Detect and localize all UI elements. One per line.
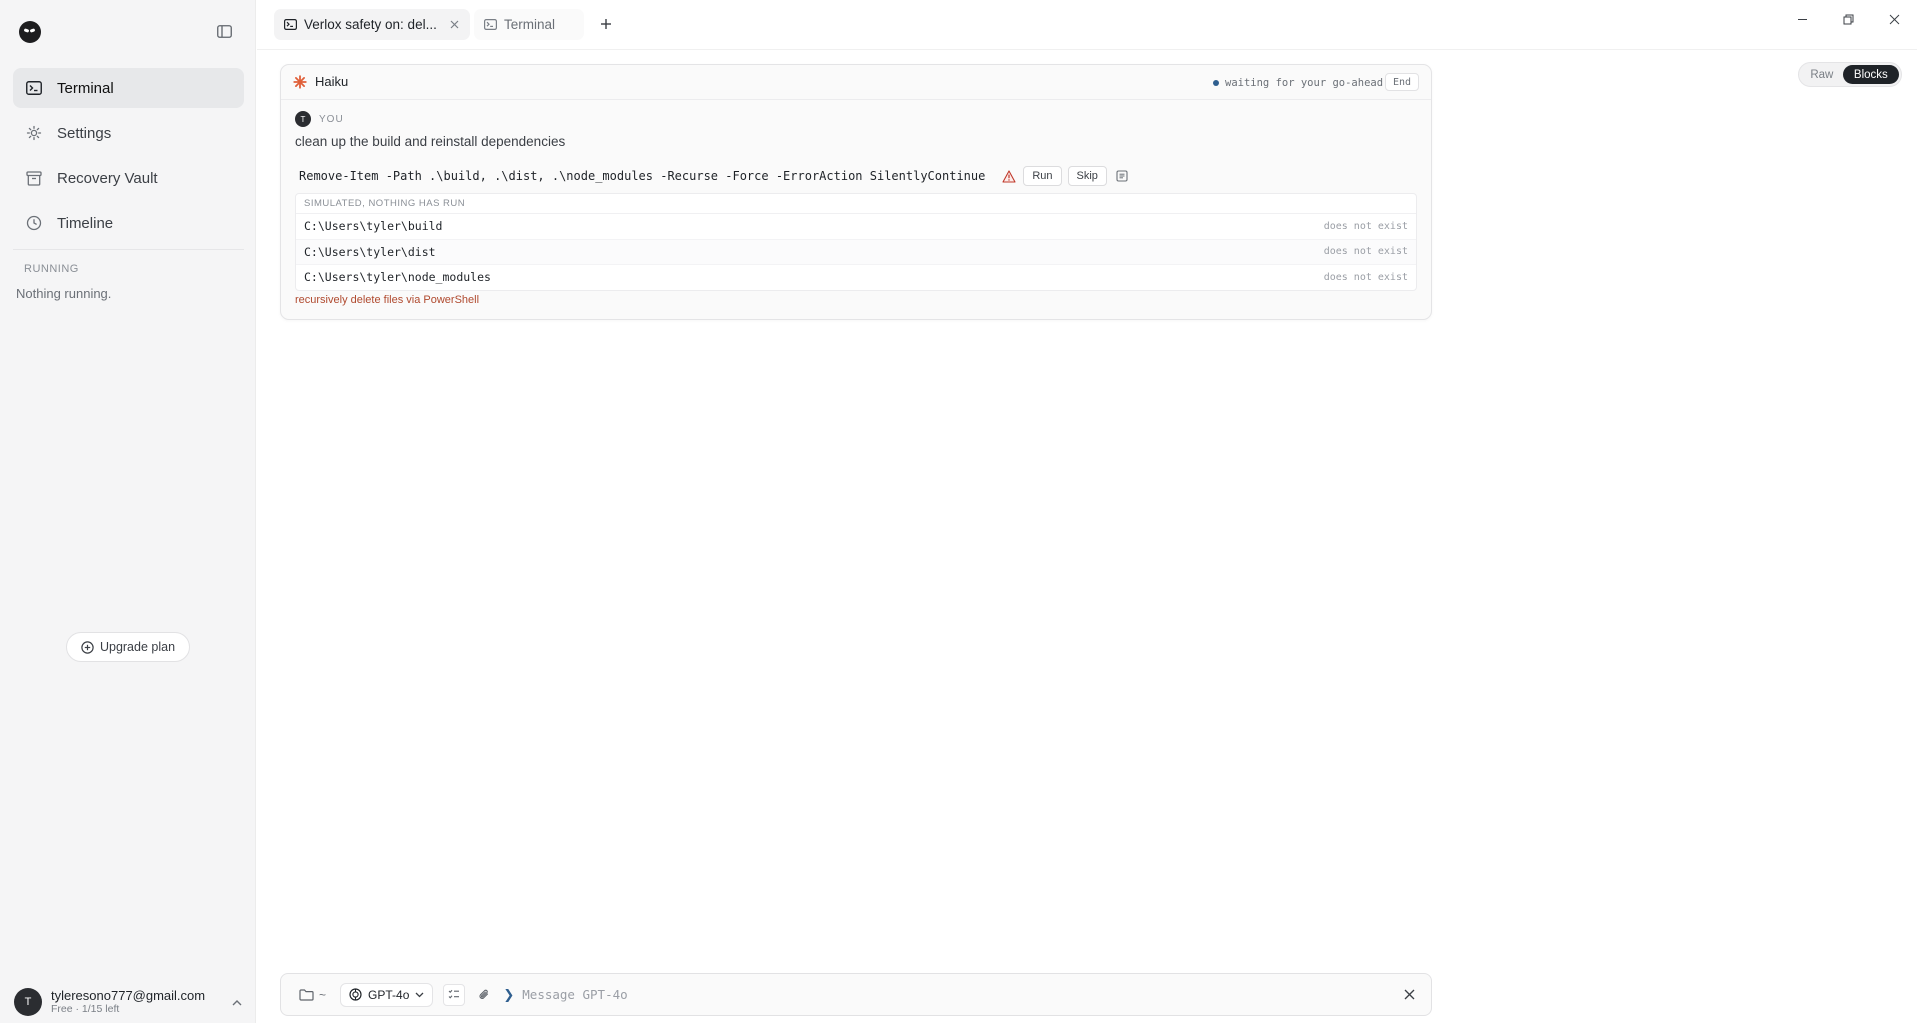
tab-title: Verlox safety on: del... xyxy=(304,17,437,32)
proposed-command-row: Remove-Item -Path .\build, .\dist, .\nod… xyxy=(295,166,1131,186)
openai-icon xyxy=(349,988,362,1001)
tab-bar: Verlox safety on: del... Terminal xyxy=(257,0,1917,50)
user-message-header: T YOU xyxy=(295,111,344,127)
simulation-state: does not exist xyxy=(1323,246,1408,258)
skip-command-button[interactable]: Skip xyxy=(1067,166,1107,186)
run-command-button[interactable]: Run xyxy=(1023,166,1062,186)
simulation-header: SIMULATED, NOTHING HAS RUN xyxy=(296,194,1416,214)
chevron-up-icon xyxy=(230,995,244,1009)
simulation-path: C:\Users\tyler\node_modules xyxy=(304,270,491,285)
terminal-icon xyxy=(284,19,297,30)
simulation-row: C:\Users\tyler\dist does not exist xyxy=(296,239,1416,265)
sidebar-panel-icon xyxy=(216,24,232,38)
sidebar-toggle-button[interactable] xyxy=(214,22,234,40)
simulation-preview: SIMULATED, NOTHING HAS RUN C:\Users\tyle… xyxy=(295,193,1417,291)
working-directory-button[interactable]: ~ xyxy=(299,988,326,1002)
you-label: YOU xyxy=(319,113,344,125)
sidebar-item-label: Timeline xyxy=(57,214,114,232)
message-composer: ~ GPT-4o ❯ xyxy=(280,973,1432,1016)
minimize-button[interactable] xyxy=(1779,8,1825,30)
sidebar-item-label: Recovery Vault xyxy=(57,169,158,187)
agent-spark-icon xyxy=(293,75,307,89)
running-section-label: RUNNING xyxy=(24,263,79,275)
status-dot-icon xyxy=(1213,80,1219,86)
upgrade-plan-button[interactable]: Upgrade plan xyxy=(66,632,190,662)
avatar: T xyxy=(295,111,311,127)
user-email: tyleresono777@gmail.com xyxy=(51,987,206,1003)
sidebar-divider xyxy=(13,249,244,250)
folder-icon xyxy=(299,988,314,1001)
end-session-button[interactable]: End xyxy=(1385,73,1419,91)
user-prompt-text: clean up the build and reinstall depende… xyxy=(295,134,566,149)
minimize-icon xyxy=(1797,18,1807,20)
card-divider xyxy=(281,99,1431,100)
simulation-row: C:\Users\tyler\build does not exist xyxy=(296,214,1416,240)
proposed-command: Remove-Item -Path .\build, .\dist, .\nod… xyxy=(299,169,986,183)
tab-verlox-safety[interactable]: Verlox safety on: del... xyxy=(274,9,470,40)
tab-terminal[interactable]: Terminal xyxy=(474,9,584,40)
checklist-icon xyxy=(448,989,460,999)
sidebar-item-label: Terminal xyxy=(57,79,114,97)
sidebar-item-settings[interactable]: Settings xyxy=(13,113,244,153)
simulation-path: C:\Users\tyler\dist xyxy=(304,244,436,259)
sidebar-nav: Terminal Settings Recovery Vault Timelin… xyxy=(13,68,244,248)
warning-icon xyxy=(1001,168,1017,184)
plus-circle-icon xyxy=(81,640,94,654)
avatar: T xyxy=(14,988,42,1016)
terminal-icon xyxy=(484,19,497,30)
simulation-path: C:\Users\tyler\build xyxy=(304,219,443,234)
window-controls xyxy=(1779,8,1917,30)
sidebar-item-recovery-vault[interactable]: Recovery Vault xyxy=(13,158,244,198)
user-plan: Free · 1/15 left xyxy=(51,1003,120,1016)
close-icon xyxy=(1404,989,1414,1000)
restore-icon xyxy=(1843,14,1853,24)
agent-status-text: waiting for your go-ahead xyxy=(1225,77,1384,89)
upgrade-plan-label: Upgrade plan xyxy=(99,640,176,654)
attach-button[interactable] xyxy=(473,984,495,1006)
checklist-button[interactable] xyxy=(443,983,466,1006)
plus-icon xyxy=(601,19,611,29)
terminal-icon xyxy=(25,79,43,97)
model-selector[interactable]: GPT-4o xyxy=(340,982,434,1007)
message-input[interactable] xyxy=(522,987,1399,1002)
restore-button[interactable] xyxy=(1825,8,1871,30)
close-icon[interactable] xyxy=(448,19,460,31)
chevron-down-icon xyxy=(415,992,424,997)
sidebar-item-timeline[interactable]: Timeline xyxy=(13,203,244,243)
view-mode-toggle: Raw Blocks xyxy=(1798,62,1902,87)
sidebar: Terminal Settings Recovery Vault Timelin… xyxy=(0,0,256,1023)
close-icon xyxy=(1889,14,1899,24)
running-empty-text: Nothing running. xyxy=(16,286,112,301)
close-window-button[interactable] xyxy=(1871,8,1917,30)
danger-description: recursively delete files via PowerShell xyxy=(295,294,480,306)
document-icon xyxy=(1116,170,1128,182)
archive-icon xyxy=(25,169,43,187)
model-name: GPT-4o xyxy=(368,987,410,1002)
tab-title: Terminal xyxy=(504,17,556,32)
copy-command-button[interactable] xyxy=(1113,167,1131,185)
agent-name: Haiku xyxy=(315,74,349,89)
close-composer-button[interactable] xyxy=(1399,985,1419,1005)
prompt-caret-icon: ❯ xyxy=(503,986,515,1002)
user-info: tyleresono777@gmail.com Free · 1/15 left xyxy=(51,987,230,1016)
simulation-state: does not exist xyxy=(1323,271,1408,283)
agent-action-card: Haiku waiting for your go-ahead End T YO… xyxy=(280,64,1432,320)
clock-icon xyxy=(25,214,43,232)
paperclip-icon xyxy=(479,989,489,999)
user-account-menu[interactable]: T tyleresono777@gmail.com Free · 1/15 le… xyxy=(14,986,244,1018)
agent-status: waiting for your go-ahead xyxy=(1213,77,1383,89)
sidebar-item-label: Settings xyxy=(57,124,112,142)
sidebar-item-terminal[interactable]: Terminal xyxy=(13,68,244,108)
simulation-row: C:\Users\tyler\node_modules does not exi… xyxy=(296,265,1416,290)
simulation-state: does not exist xyxy=(1323,220,1408,232)
app-logo xyxy=(19,21,41,43)
new-tab-button[interactable] xyxy=(598,16,614,32)
blocks-view-button[interactable]: Blocks xyxy=(1842,65,1899,84)
raw-view-button[interactable]: Raw xyxy=(1801,65,1843,84)
working-directory: ~ xyxy=(319,987,327,1002)
gear-icon xyxy=(25,124,43,142)
